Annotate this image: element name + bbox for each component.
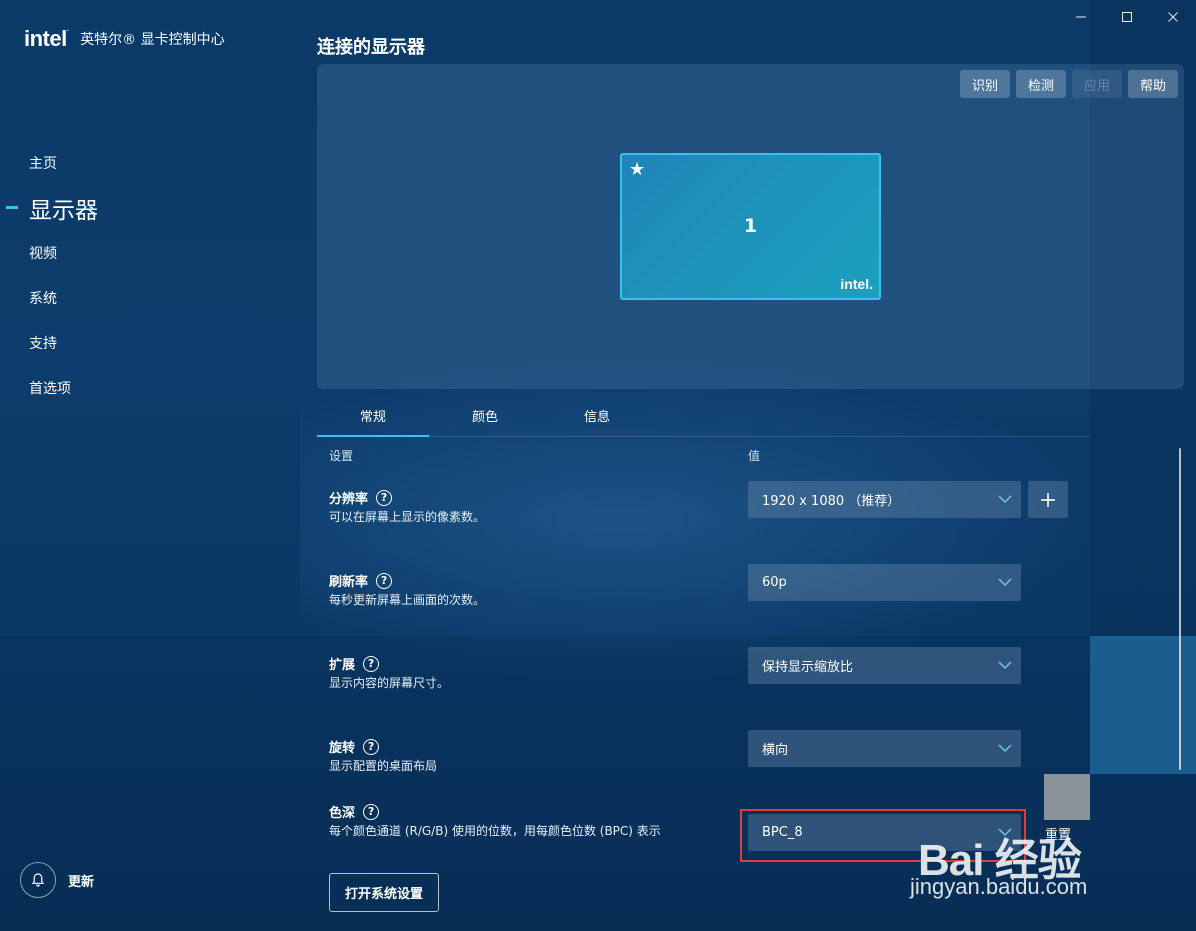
refresh-rate-select[interactable]: 60p bbox=[748, 564, 1021, 601]
sidebar-item-label: 支持 bbox=[29, 335, 57, 352]
select-value: 1920 x 1080 （推荐） bbox=[762, 494, 901, 509]
sidebar-item-label: 首选项 bbox=[29, 380, 71, 397]
panel-actions: 识别 检测 应用 帮助 bbox=[959, 70, 1178, 98]
maximize-button[interactable] bbox=[1104, 0, 1150, 34]
setting-title: 色深 ? bbox=[329, 802, 380, 821]
setting-description: 可以在屏幕上显示的像素数。 bbox=[329, 510, 486, 524]
sidebar-nav: 主页 显示器 视频 系统 支持 首选项 bbox=[0, 140, 300, 410]
setting-title-text: 刷新率 bbox=[329, 575, 369, 590]
app-title: 英特尔® 显卡控制中心 bbox=[80, 32, 225, 48]
close-button[interactable] bbox=[1150, 0, 1196, 34]
select-value: BPC_8 bbox=[762, 825, 803, 840]
sidebar-item-support[interactable]: 支持 bbox=[0, 320, 300, 365]
update-button[interactable]: 更新 bbox=[20, 862, 94, 898]
setting-title: 扩展 ? bbox=[329, 654, 380, 673]
select-value: 60p bbox=[762, 575, 787, 590]
resolution-select[interactable]: 1920 x 1080 （推荐） bbox=[748, 481, 1021, 518]
help-icon[interactable]: ? bbox=[376, 572, 393, 589]
setting-title-text: 扩展 bbox=[329, 658, 356, 673]
help-icon[interactable]: ? bbox=[363, 655, 380, 672]
chevron-down-icon bbox=[998, 828, 1012, 837]
chevron-down-icon bbox=[998, 744, 1012, 753]
chevron-down-icon bbox=[998, 661, 1012, 670]
tab-color[interactable]: 颜色 bbox=[429, 395, 541, 436]
brand: intel. 英特尔® 显卡控制中心 bbox=[24, 26, 225, 52]
update-label: 更新 bbox=[68, 874, 95, 890]
maximize-icon bbox=[1122, 12, 1132, 22]
sidebar-item-home[interactable]: 主页 bbox=[0, 140, 300, 185]
help-button[interactable]: 帮助 bbox=[1127, 70, 1178, 98]
detect-button[interactable]: 检测 bbox=[1015, 70, 1066, 98]
settings-table: 设置 值 分辨率 ? 可以在屏幕上显示的像素数。 1920 x 1080 （推荐… bbox=[317, 440, 1090, 854]
monitor-number: 1 bbox=[743, 215, 758, 237]
rotation-select[interactable]: 横向 bbox=[748, 730, 1021, 767]
identify-button[interactable]: 识别 bbox=[959, 70, 1010, 98]
sidebar-item-label: 显示器 bbox=[29, 197, 98, 224]
intel-logo: intel. bbox=[24, 26, 69, 51]
scrollbar-thumb[interactable] bbox=[1179, 448, 1181, 770]
column-header-setting: 设置 bbox=[329, 449, 354, 463]
column-header-value: 值 bbox=[748, 449, 761, 463]
tab-general[interactable]: 常规 bbox=[317, 395, 429, 437]
sidebar-item-label: 视频 bbox=[29, 245, 57, 262]
minimize-button[interactable] bbox=[1058, 0, 1104, 34]
monitor-tile-1[interactable]: ★ 1 intel. bbox=[620, 153, 881, 300]
window-controls bbox=[1058, 0, 1196, 34]
setting-description: 显示配置的桌面布局 bbox=[329, 759, 438, 773]
primary-star-icon: ★ bbox=[629, 159, 646, 180]
add-custom-resolution-button[interactable] bbox=[1028, 481, 1068, 518]
select-value: 保持显示缩放比 bbox=[762, 660, 854, 675]
monitor-intel-logo: intel. bbox=[840, 276, 873, 292]
color-depth-select[interactable]: BPC_8 bbox=[748, 814, 1021, 851]
setting-description: 每个颜色通道 (R/G/B) 使用的位数，用每颜色位数 (BPC) 表示 bbox=[329, 824, 661, 838]
scaling-select[interactable]: 保持显示缩放比 bbox=[748, 647, 1021, 684]
open-system-settings-button[interactable]: 打开系统设置 bbox=[329, 873, 439, 912]
scrollbar[interactable] bbox=[1179, 440, 1182, 860]
sidebar: intel. 英特尔® 显卡控制中心 主页 显示器 视频 系统 支持 首选项 更… bbox=[0, 0, 300, 931]
monitor-layout-panel: 识别 检测 应用 帮助 ★ 1 intel. bbox=[317, 64, 1184, 389]
bell-icon bbox=[20, 862, 56, 898]
select-value: 横向 bbox=[762, 743, 789, 758]
sidebar-item-video[interactable]: 视频 bbox=[0, 230, 300, 275]
plus-icon bbox=[1041, 492, 1055, 507]
help-icon[interactable]: ? bbox=[363, 803, 380, 820]
sidebar-item-preferences[interactable]: 首选项 bbox=[0, 365, 300, 410]
help-icon[interactable]: ? bbox=[363, 738, 380, 755]
chevron-down-icon bbox=[998, 495, 1012, 504]
reset-button[interactable]: 重置 bbox=[1045, 824, 1071, 843]
page-title: 连接的显示器 bbox=[317, 37, 425, 58]
help-icon[interactable]: ? bbox=[376, 489, 393, 506]
setting-title-text: 分辨率 bbox=[329, 492, 369, 507]
chevron-down-icon bbox=[998, 578, 1012, 587]
minimize-icon bbox=[1076, 16, 1086, 18]
setting-title-text: 色深 bbox=[329, 806, 356, 821]
setting-title: 旋转 ? bbox=[329, 737, 380, 756]
sidebar-item-system[interactable]: 系统 bbox=[0, 275, 300, 320]
setting-title: 分辨率 ? bbox=[329, 488, 393, 507]
setting-title: 刷新率 ? bbox=[329, 571, 393, 590]
sidebar-item-label: 主页 bbox=[29, 155, 57, 172]
setting-title-text: 旋转 bbox=[329, 741, 356, 756]
setting-description: 显示内容的屏幕尺寸。 bbox=[329, 676, 450, 690]
close-icon bbox=[1168, 12, 1178, 22]
sidebar-item-display[interactable]: 显示器 bbox=[0, 185, 300, 230]
apply-button[interactable]: 应用 bbox=[1071, 70, 1122, 98]
tab-bar: 常规 颜色 信息 bbox=[317, 395, 1090, 437]
tab-info[interactable]: 信息 bbox=[541, 395, 653, 436]
sidebar-item-label: 系统 bbox=[29, 290, 57, 307]
setting-description: 每秒更新屏幕上画面的次数。 bbox=[329, 593, 486, 607]
